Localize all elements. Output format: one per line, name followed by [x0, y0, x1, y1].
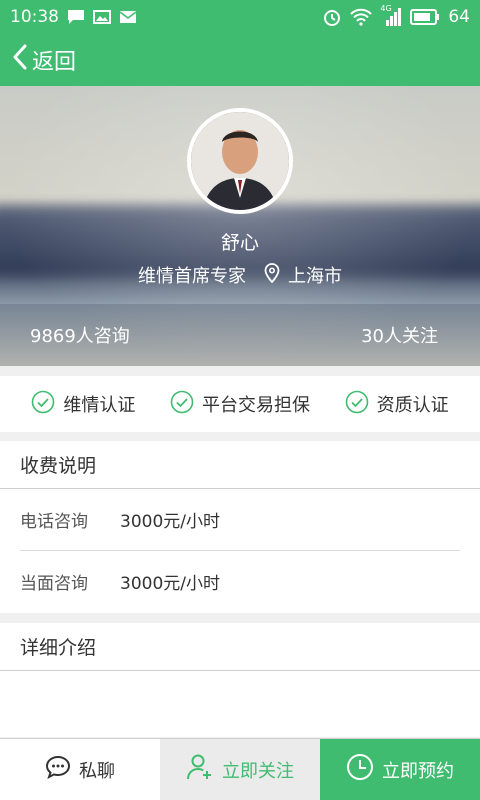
mail-icon [119, 9, 137, 25]
back-button[interactable]: 返回 [12, 44, 76, 76]
avatar[interactable] [187, 108, 293, 214]
cert-item: 资质认证 [345, 390, 449, 419]
signal-icon: 4G [380, 4, 402, 26]
profile-hero: 舒心 维情首席专家 上海市 9869人咨询 30人关注 [0, 86, 480, 366]
fee-label: 当面咨询 [20, 574, 88, 594]
status-bar: 10:38 4G 64 [0, 0, 480, 34]
location-pin-icon [264, 262, 280, 288]
back-label: 返回 [32, 50, 77, 75]
follow-button[interactable]: 立即关注 [160, 739, 320, 800]
check-circle-icon [345, 390, 369, 419]
network-type: 4G [380, 4, 392, 13]
status-time: 10:38 [10, 7, 59, 27]
private-chat-label: 私聊 [79, 760, 115, 782]
fees-title: 收费说明 [0, 441, 480, 489]
chat-bubble-icon [45, 755, 71, 784]
fees-section: 收费说明 电话咨询 3000元/小时 当面咨询 3000元/小时 [0, 441, 480, 613]
alarm-icon [322, 7, 342, 27]
expert-title: 维情首席专家 [138, 266, 246, 287]
add-user-icon [186, 753, 214, 786]
certification-row: 维情认证 平台交易担保 资质认证 [0, 376, 480, 432]
expert-location: 上海市 [264, 262, 342, 288]
stats-band: 9869人咨询 30人关注 [0, 304, 480, 366]
book-label: 立即预约 [382, 760, 454, 782]
location-label: 上海市 [288, 266, 342, 287]
message-icon [67, 9, 85, 25]
check-circle-icon [31, 390, 55, 419]
cert-label: 资质认证 [376, 395, 449, 416]
cert-label: 平台交易担保 [201, 395, 310, 416]
follow-label: 立即关注 [222, 760, 294, 782]
detail-title: 详细介绍 [0, 623, 480, 671]
image-icon [93, 9, 111, 25]
fee-row-in-person: 当面咨询 3000元/小时 [0, 551, 460, 612]
book-appointment-button[interactable]: 立即预约 [320, 739, 480, 800]
title-bar: 返回 [0, 34, 480, 86]
chevron-left-icon [12, 44, 28, 76]
detail-section: 详细介绍 [0, 623, 480, 737]
wifi-icon [350, 8, 373, 26]
fee-value: 3000元/小时 [120, 574, 220, 594]
fee-row-phone: 电话咨询 3000元/小时 [0, 489, 460, 550]
check-circle-icon [170, 390, 194, 419]
expert-meta: 维情首席专家 上海市 [0, 262, 480, 288]
battery-level: 64 [448, 7, 470, 27]
clock-icon [346, 753, 374, 786]
battery-icon [410, 9, 440, 25]
fee-label: 电话咨询 [20, 512, 88, 532]
cert-label: 维情认证 [63, 395, 136, 416]
bottom-action-bar: 私聊 立即关注 立即预约 [0, 738, 480, 800]
cert-item: 维情认证 [31, 390, 135, 419]
private-chat-button[interactable]: 私聊 [0, 739, 160, 800]
cert-item: 平台交易担保 [170, 390, 310, 419]
expert-name: 舒心 [220, 232, 259, 254]
fee-value: 3000元/小时 [120, 512, 220, 532]
follow-count: 30人关注 [361, 326, 438, 347]
consult-count: 9869人咨询 [30, 326, 130, 347]
